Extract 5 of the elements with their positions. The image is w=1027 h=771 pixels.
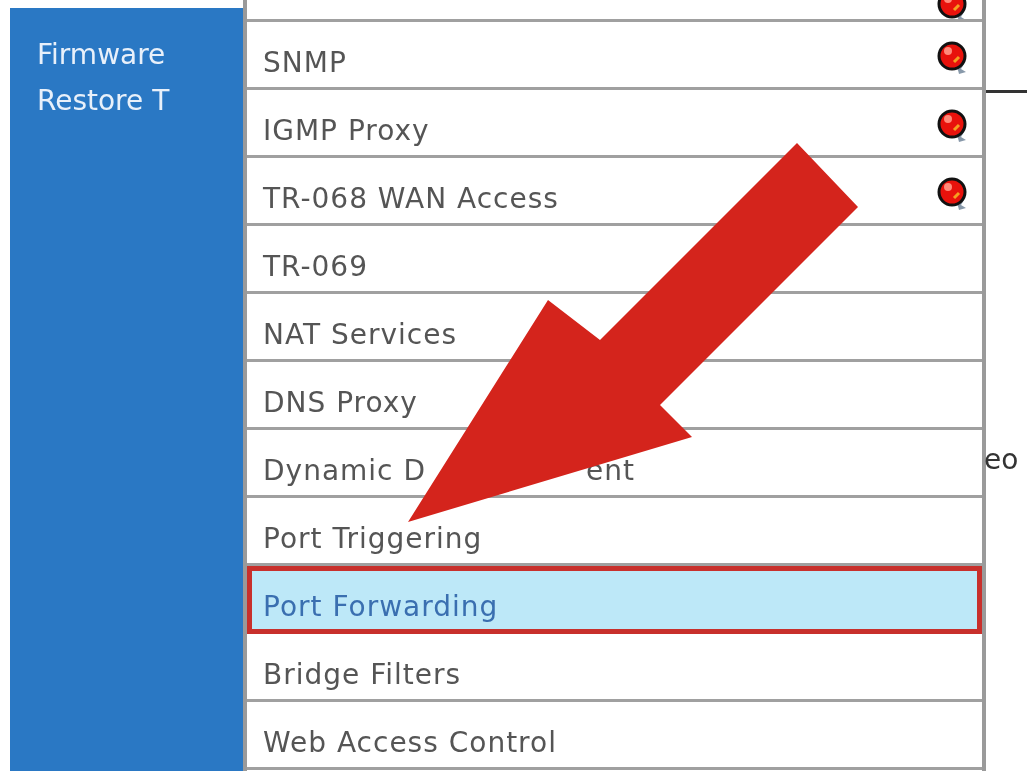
menu-item[interactable]	[247, 0, 982, 22]
menu-item[interactable]: Port Forwarding	[247, 566, 982, 634]
sidebar-item[interactable]: Restore T	[37, 78, 243, 124]
cut-off-text: eo	[984, 443, 1020, 476]
sidebar-item[interactable]: Firmware	[37, 32, 243, 78]
